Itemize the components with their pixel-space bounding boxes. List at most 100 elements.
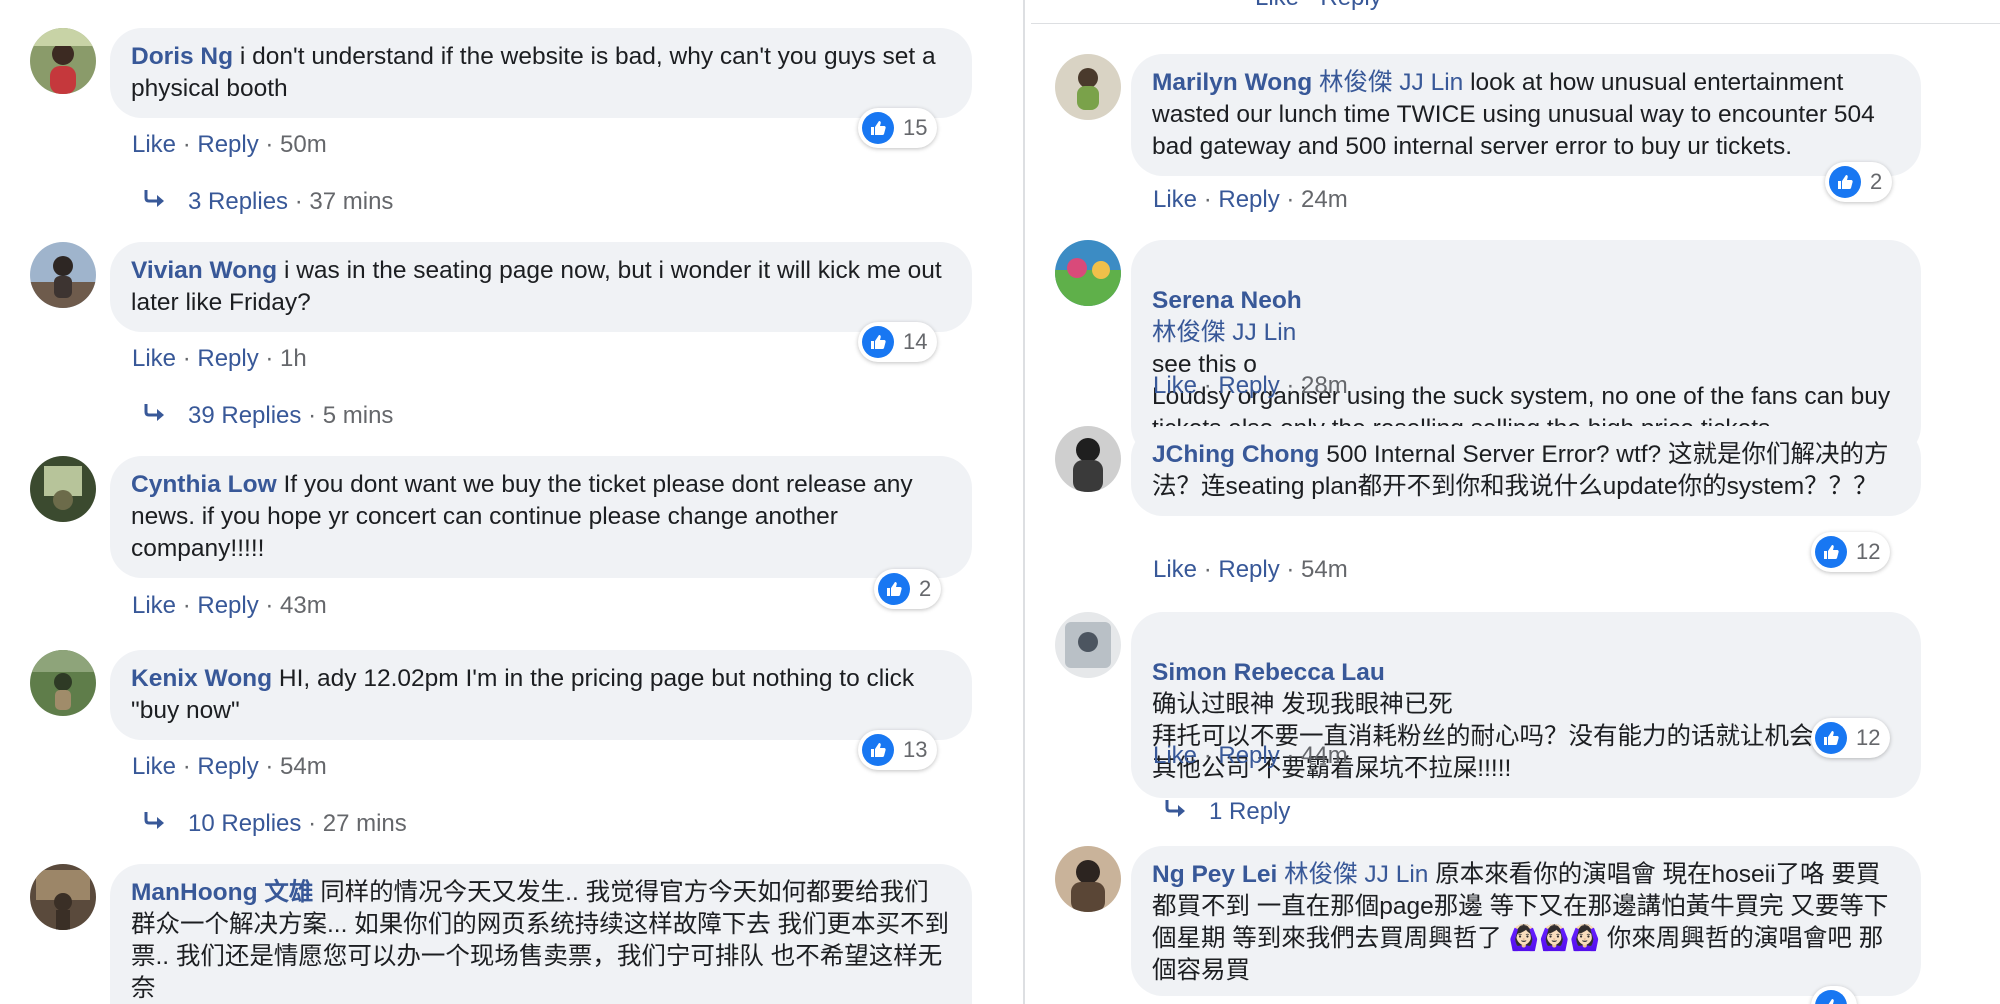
avatar[interactable] — [1055, 846, 1121, 912]
comment-actions: Like · Reply · 24m — [1153, 186, 1348, 213]
reaction-count[interactable]: 12 — [1811, 532, 1891, 572]
reaction-number: 2 — [1870, 169, 1883, 194]
like-link[interactable]: Like — [132, 753, 176, 780]
mention-tag[interactable]: 林俊傑 JJ Lin — [1284, 861, 1428, 888]
reply-arrow-icon — [142, 810, 168, 839]
comment-author[interactable]: Cynthia Low — [131, 471, 277, 498]
reaction-number: 2 — [919, 576, 932, 601]
reaction-count[interactable]: 14 — [858, 322, 938, 362]
comment-author[interactable]: Vivian Wong — [131, 257, 277, 284]
reaction-count[interactable]: 2 — [874, 569, 942, 609]
like-link[interactable]: Like — [1153, 372, 1197, 399]
comment-author[interactable]: Kenix Wong — [131, 665, 272, 692]
reaction-number: 14 — [903, 329, 928, 354]
like-link[interactable]: Like — [1153, 742, 1197, 769]
reply-link[interactable]: Reply — [1218, 742, 1279, 769]
comment-bubble: Vivian Wong i was in the seating page no… — [110, 242, 972, 332]
reply-link[interactable]: Reply — [197, 592, 258, 619]
comment-author[interactable]: Serena Neoh — [1152, 287, 1302, 314]
replies-count[interactable]: 39 Replies — [188, 402, 301, 429]
like-link[interactable]: Like — [132, 592, 176, 619]
thumbs-up-icon — [1815, 990, 1847, 1004]
comment-author[interactable]: Ng Pey Lei — [1152, 861, 1277, 888]
comment-time: 50m — [280, 131, 327, 158]
like-link[interactable]: Like — [132, 131, 176, 158]
comment-actions: Like · Reply · 50m — [132, 131, 327, 158]
comment-bubble: Kenix Wong HI, ady 12.02pm I'm in the pr… — [110, 650, 972, 740]
comment-author[interactable]: ManHoong 文雄 — [131, 879, 313, 906]
mention-tag[interactable]: 林俊傑 JJ Lin — [1152, 319, 1296, 346]
thumbs-up-icon — [1829, 166, 1861, 198]
comment-actions: Like · Reply · 28m — [1153, 372, 1348, 399]
reply-link[interactable]: Reply — [1218, 556, 1279, 583]
reply-link[interactable]: Reply — [1218, 372, 1279, 399]
thumbs-up-icon — [878, 573, 910, 605]
avatar[interactable] — [1055, 426, 1121, 492]
reaction-number: 13 — [903, 737, 928, 762]
reply-arrow-icon — [142, 402, 168, 431]
reply-link[interactable]: Reply — [197, 345, 258, 372]
reply-link[interactable]: Reply — [1218, 186, 1279, 213]
comment-actions: Like · Reply · 54m — [132, 753, 327, 780]
avatar[interactable] — [30, 28, 96, 94]
comment-text: i don't understand if the website is bad… — [131, 43, 936, 102]
view-replies[interactable]: 3 Replies · 37 mins — [142, 188, 393, 217]
view-replies[interactable]: 1 Reply — [1163, 798, 1290, 827]
comment-actions: Like · Reply · 54m — [1153, 556, 1348, 583]
comment-bubble: Cynthia Low If you dont want we buy the … — [110, 456, 972, 578]
thumbs-up-icon — [862, 734, 894, 766]
mention-tag[interactable]: 林俊傑 JJ Lin — [1319, 69, 1463, 96]
avatar[interactable] — [1055, 612, 1121, 678]
comment-actions: Like · Reply · 44m — [1153, 742, 1348, 769]
cut-off-actions: Like · Reply — [1255, 0, 1382, 12]
thumbs-up-icon — [1815, 536, 1847, 568]
comment-actions: Like · Reply · 1h — [132, 345, 307, 372]
reaction-number: 12 — [1856, 725, 1881, 750]
reaction-count[interactable]: 15 — [858, 108, 938, 148]
comment-author[interactable]: Marilyn Wong — [1152, 69, 1312, 96]
reply-link[interactable]: Reply — [197, 753, 258, 780]
replies-time: 5 mins — [322, 402, 394, 429]
replies-time: 37 mins — [309, 188, 394, 215]
replies-count[interactable]: 10 Replies — [188, 810, 301, 837]
view-replies[interactable]: 39 Replies · 5 mins — [142, 402, 393, 431]
reply-arrow-icon — [142, 188, 168, 217]
comment-author[interactable]: Doris Ng — [131, 43, 233, 70]
thumbs-up-icon — [862, 112, 894, 144]
avatar[interactable] — [1055, 54, 1121, 120]
replies-count[interactable]: 1 Reply — [1209, 798, 1290, 825]
like-link[interactable]: Like — [1153, 556, 1197, 583]
avatar[interactable] — [1055, 240, 1121, 306]
reaction-count[interactable]: 12 — [1811, 718, 1891, 758]
thumbs-up-icon — [1815, 722, 1847, 754]
comment-bubble: Simon Rebecca Lau 确认过眼神 发现我眼神已死 拜托可以不要一直… — [1131, 612, 1921, 798]
avatar[interactable] — [30, 864, 96, 930]
avatar[interactable] — [30, 650, 96, 716]
cut-off-like-reply[interactable]: Like · Reply — [1255, 0, 1382, 11]
reply-link[interactable]: Reply — [197, 131, 258, 158]
reaction-count[interactable]: 2 — [1825, 162, 1893, 202]
comment-time: 54m — [280, 753, 327, 780]
like-link[interactable]: Like — [132, 345, 176, 372]
comment-time: 44m — [1301, 742, 1348, 769]
reaction-count[interactable]: 13 — [858, 730, 938, 770]
reaction-number: 15 — [903, 115, 928, 140]
right-comments-panel: Like · Reply Marilyn Wong 林俊傑 JJ Lin loo… — [1023, 0, 2000, 1004]
replies-time: 27 mins — [322, 810, 407, 837]
comment-bubble: JChing Chong 500 Internal Server Error? … — [1131, 426, 1921, 516]
comment-time: 28m — [1301, 372, 1348, 399]
comment-time: 43m — [280, 592, 327, 619]
avatar[interactable] — [30, 456, 96, 522]
reply-arrow-icon — [1163, 798, 1189, 827]
comment-actions: Like · Reply · 43m — [132, 592, 327, 619]
thumbs-up-icon — [862, 326, 894, 358]
comment-author[interactable]: Simon Rebecca Lau — [1152, 659, 1385, 686]
avatar[interactable] — [30, 242, 96, 308]
comment-bubble: Doris Ng i don't understand if the websi… — [110, 28, 972, 118]
replies-count[interactable]: 3 Replies — [188, 188, 288, 215]
view-replies[interactable]: 10 Replies · 27 mins — [142, 810, 407, 839]
comment-time: 54m — [1301, 556, 1348, 583]
comment-author[interactable]: JChing Chong — [1152, 441, 1319, 468]
comment-time: 1h — [280, 345, 307, 372]
like-link[interactable]: Like — [1153, 186, 1197, 213]
